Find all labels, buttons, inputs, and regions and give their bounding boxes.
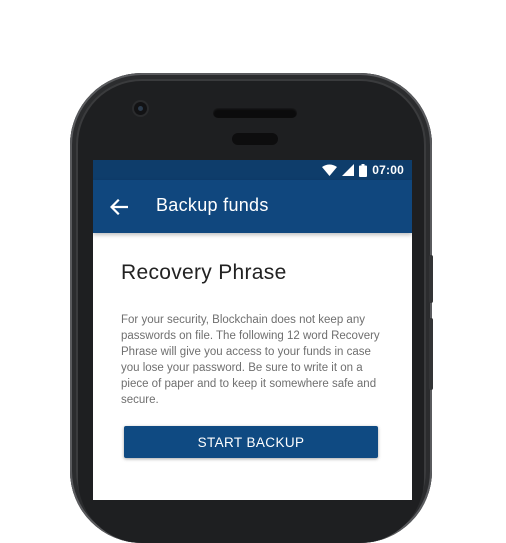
back-button[interactable]	[107, 195, 131, 219]
battery-icon	[359, 163, 368, 177]
volume-button	[429, 255, 433, 303]
app-bar: Backup funds	[93, 180, 412, 233]
start-backup-button[interactable]: START BACKUP	[124, 426, 378, 458]
page-heading: Recovery Phrase	[121, 261, 287, 284]
description-text: For your security, Blockchain does not k…	[121, 314, 380, 406]
app-bar-title: Backup funds	[156, 195, 269, 215]
status-time: 07:00	[372, 163, 404, 177]
phone-screen: 07:00 Backup funds Recovery Phrase For y…	[93, 160, 412, 500]
earpiece-speaker	[213, 108, 297, 118]
arrow-left-icon	[110, 199, 128, 215]
proximity-sensor	[232, 133, 278, 145]
signal-icon	[342, 164, 355, 176]
status-bar: 07:00	[93, 160, 412, 180]
power-button	[429, 318, 433, 390]
front-camera-icon	[134, 102, 147, 115]
status-icons: 07:00	[322, 163, 404, 177]
wifi-icon	[322, 164, 338, 176]
